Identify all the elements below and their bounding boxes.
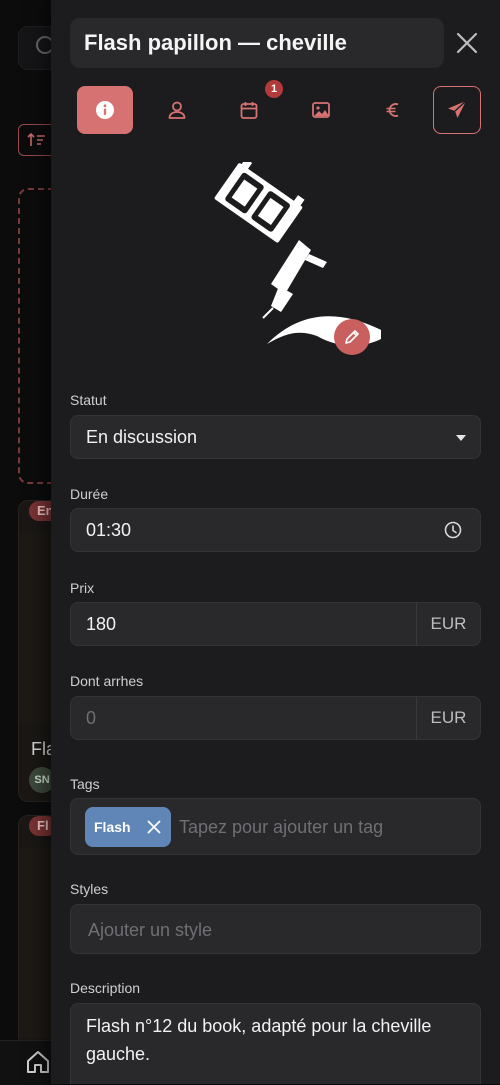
description-label: Description bbox=[70, 980, 141, 996]
prix-input[interactable]: 180 EUR bbox=[70, 602, 481, 646]
edit-image-button[interactable] bbox=[334, 319, 370, 355]
sort-icon bbox=[27, 132, 45, 146]
tab-send[interactable] bbox=[433, 86, 481, 134]
tab-client[interactable] bbox=[149, 86, 205, 134]
euro-icon bbox=[386, 103, 399, 117]
home-icon[interactable] bbox=[24, 1048, 52, 1081]
statut-select[interactable]: En discussion bbox=[70, 415, 481, 459]
duree-value: 01:30 bbox=[86, 520, 132, 540]
duree-input[interactable]: 01:30 bbox=[70, 508, 481, 552]
styles-label: Styles bbox=[70, 881, 109, 897]
tab-images[interactable] bbox=[293, 86, 349, 134]
statut-label: Statut bbox=[70, 392, 107, 408]
tags-placeholder: Tapez pour ajouter un tag bbox=[179, 817, 384, 837]
styles-placeholder: Ajouter un style bbox=[88, 920, 213, 940]
tab-info[interactable] bbox=[77, 86, 133, 134]
currency-addon: EUR bbox=[416, 697, 480, 739]
duree-label: Durée bbox=[70, 486, 109, 502]
project-drawer: Flash papillon — cheville 1 Statut En di… bbox=[51, 0, 500, 1084]
project-title-input[interactable]: Flash papillon — cheville bbox=[70, 18, 444, 68]
clock-icon[interactable] bbox=[444, 521, 462, 539]
styles-input[interactable]: Ajouter un style bbox=[70, 904, 481, 954]
statut-value: En discussion bbox=[86, 427, 198, 447]
arrhes-label: Dont arrhes bbox=[70, 673, 144, 689]
notification-badge: 1 bbox=[265, 80, 283, 98]
remove-tag-icon[interactable] bbox=[147, 820, 161, 834]
tag-label: Flash bbox=[94, 819, 131, 835]
send-icon bbox=[448, 100, 467, 118]
close-button[interactable] bbox=[451, 24, 483, 62]
close-icon bbox=[456, 32, 478, 54]
caret-down-icon bbox=[456, 435, 466, 441]
tags-label: Tags bbox=[70, 776, 100, 792]
arrhes-input[interactable]: 0 EUR bbox=[70, 696, 481, 740]
tab-price[interactable] bbox=[365, 86, 421, 134]
description-value: Flash n°12 du book, adapté pour la chevi… bbox=[86, 1016, 432, 1064]
info-icon bbox=[96, 101, 114, 119]
image-icon bbox=[312, 102, 330, 118]
tags-input[interactable]: Flash Tapez pour ajouter un tag bbox=[70, 798, 481, 855]
arrhes-placeholder: 0 bbox=[86, 708, 97, 728]
tab-calendar[interactable]: 1 bbox=[221, 80, 283, 134]
description-textarea[interactable]: Flash n°12 du book, adapté pour la chevi… bbox=[70, 1003, 481, 1084]
tag-chip: Flash bbox=[85, 807, 171, 847]
currency-addon: EUR bbox=[416, 603, 480, 645]
calendar-icon bbox=[240, 102, 258, 119]
pencil-icon bbox=[345, 330, 359, 344]
user-icon bbox=[168, 101, 186, 119]
prix-value: 180 bbox=[86, 614, 117, 634]
tab-bar: 1 bbox=[77, 80, 481, 134]
prix-label: Prix bbox=[70, 580, 95, 596]
